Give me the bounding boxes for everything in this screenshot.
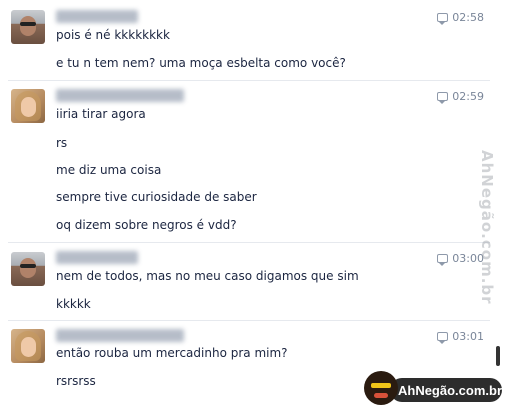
mascot-icon — [364, 371, 398, 405]
message-text: então rouba um mercadinho pra mim? — [56, 346, 288, 360]
logo-text: AhNegão.com.br — [389, 378, 502, 402]
contact-name-blurred[interactable] — [56, 251, 138, 264]
site-logo: AhNegão.com.br — [364, 371, 502, 405]
message-timestamp: 02:59 — [437, 90, 484, 104]
contact-avatar[interactable] — [11, 89, 45, 123]
contact-avatar[interactable] — [11, 329, 45, 363]
message-timestamp: 03:00 — [437, 252, 484, 266]
message-divider — [8, 242, 490, 243]
message-divider — [8, 320, 490, 321]
message-text: rs — [56, 136, 68, 150]
message-text: kkkkk — [56, 297, 91, 311]
chat-window: 02:58 pois é né kkkkkkkk e tu n tem nem?… — [0, 0, 506, 410]
chat-bubble-icon — [437, 332, 449, 344]
message-text: sempre tive curiosidade de saber — [56, 190, 257, 204]
message-text: pois é né kkkkkkkk — [56, 28, 170, 42]
contact-name-blurred[interactable] — [56, 89, 184, 102]
message-text: me diz uma coisa — [56, 163, 162, 177]
contact-avatar[interactable] — [11, 252, 45, 286]
message-text: e tu n tem nem? uma moça esbelta como vo… — [56, 56, 346, 70]
scrollbar-thumb[interactable] — [496, 346, 500, 366]
chat-bubble-icon — [437, 92, 449, 104]
message-text: rsrsrss — [56, 374, 96, 388]
side-watermark: AhNegão.com.br — [478, 150, 496, 305]
contact-name-blurred[interactable] — [56, 329, 184, 342]
message-text: iiria tirar agora — [56, 107, 146, 121]
contact-name-blurred[interactable] — [56, 10, 138, 23]
message-divider — [8, 80, 490, 81]
contact-avatar[interactable] — [11, 10, 45, 44]
message-text: nem de todos, mas no meu caso digamos qu… — [56, 269, 359, 283]
message-text: oq dizem sobre negros é vdd? — [56, 218, 237, 232]
chat-bubble-icon — [437, 13, 449, 25]
message-timestamp: 03:01 — [437, 330, 484, 344]
chat-bubble-icon — [437, 254, 449, 266]
message-timestamp: 02:58 — [437, 11, 484, 25]
